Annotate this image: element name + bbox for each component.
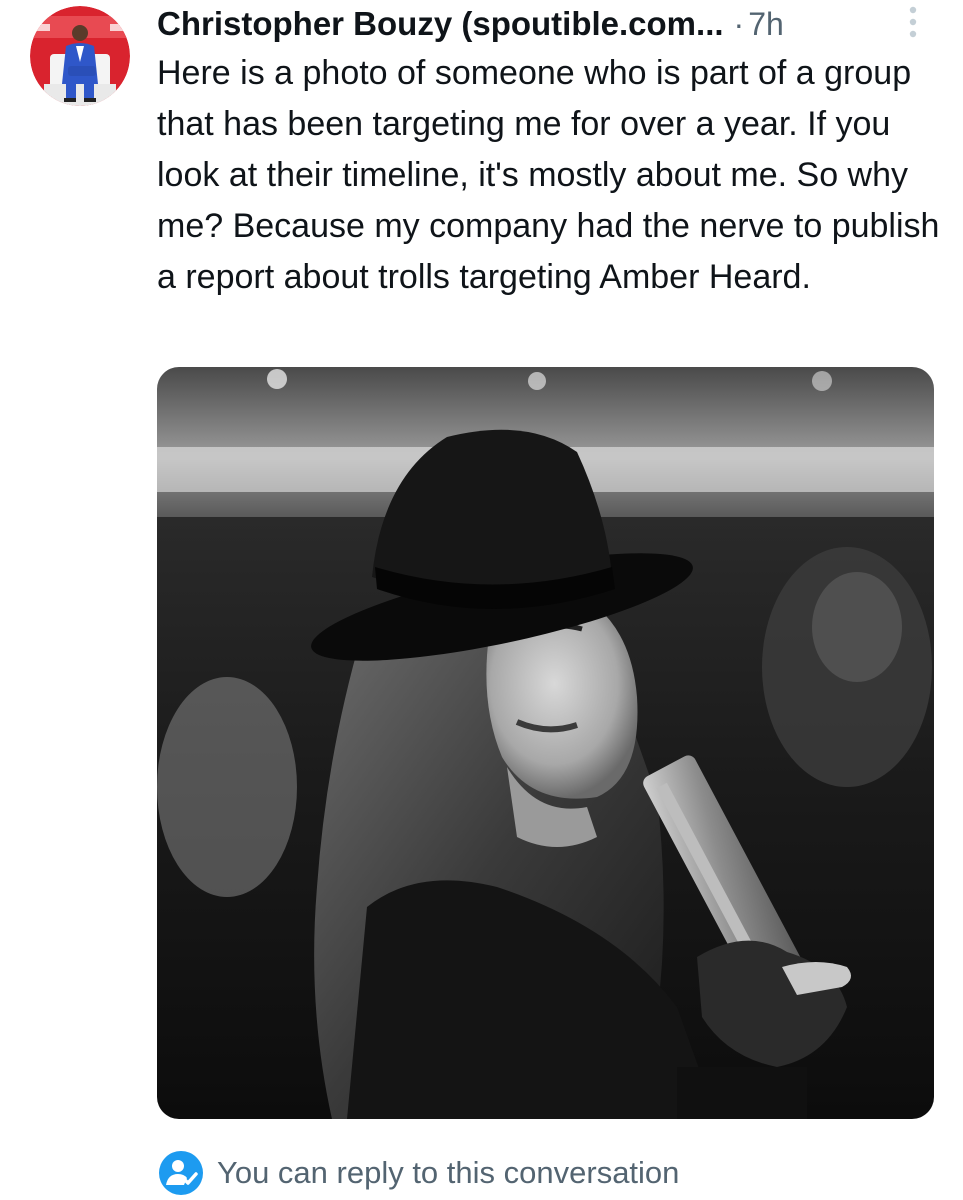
person-check-icon bbox=[157, 1149, 205, 1197]
photo-image bbox=[157, 367, 934, 1119]
vertical-ellipsis-icon bbox=[909, 6, 917, 38]
author-avatar[interactable] bbox=[30, 6, 130, 106]
reply-permission-text: You can reply to this conversation bbox=[217, 1155, 680, 1190]
reply-permission-notice: You can reply to this conversation bbox=[157, 1148, 679, 1198]
tweet-photo[interactable] bbox=[157, 367, 934, 1119]
user-avatar-photo bbox=[30, 6, 130, 106]
author-name[interactable]: Christopher Bouzy (spoutible.com... bbox=[157, 5, 724, 43]
tweet-header: Christopher Bouzy (spoutible.com... · 7h bbox=[157, 2, 917, 46]
more-options-button[interactable] bbox=[898, 2, 928, 42]
tweet-timestamp[interactable]: 7h bbox=[748, 6, 784, 43]
separator-dot: · bbox=[733, 5, 745, 42]
tweet-text: Here is a photo of someone who is part o… bbox=[157, 54, 940, 296]
